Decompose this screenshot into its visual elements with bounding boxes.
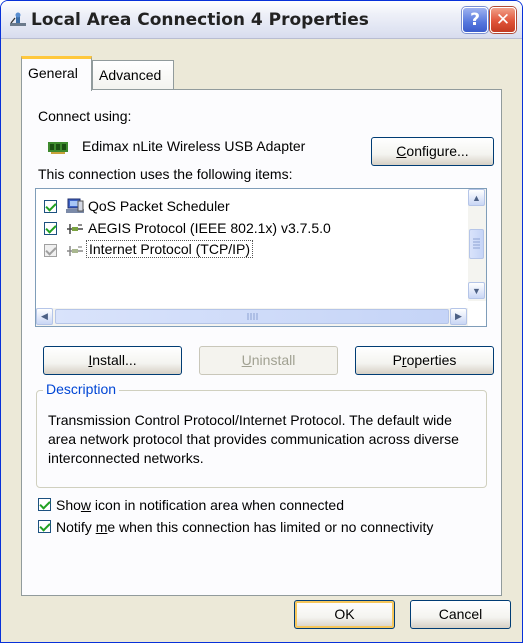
- chevron-up-icon: ▲: [472, 192, 481, 203]
- properties-dialog: Local Area Connection 4 Properties ? ✕ G…: [0, 0, 523, 643]
- chevron-left-icon: ◀: [41, 311, 48, 321]
- description-text: Transmission Control Protocol/Internet P…: [48, 412, 459, 466]
- connect-using-label: Connect using:: [38, 108, 132, 124]
- scroll-left-button[interactable]: ◀: [36, 308, 53, 325]
- notify-checkbox[interactable]: [38, 520, 51, 533]
- aegis-label: AEGIS Protocol (IEEE 802.1x) v3.7.5.0: [88, 220, 331, 236]
- grip-icon: [473, 238, 480, 249]
- show-icon-label-rest: icon in notification area when connected: [91, 497, 344, 513]
- install-button[interactable]: Install...: [43, 346, 182, 375]
- network-protocol-icon: [67, 224, 83, 234]
- notify-access-key: m: [95, 519, 108, 535]
- scroll-up-button[interactable]: ▲: [468, 189, 485, 206]
- notify-label-start: Notify: [56, 519, 96, 535]
- vertical-scroll-thumb[interactable]: [469, 229, 484, 259]
- show-icon-access-key: w: [80, 497, 92, 513]
- show-icon-label-start: Sho: [56, 497, 81, 513]
- network-connection-icon: [10, 12, 26, 26]
- configure-label-rest: onfigure...: [406, 143, 469, 159]
- show-icon-checkbox[interactable]: [38, 498, 51, 511]
- properties-label-rest: operties: [406, 352, 457, 368]
- show-icon-label: Show icon in notification area when conn…: [56, 497, 344, 513]
- configure-access-key: C: [396, 143, 407, 159]
- uninstall-access-key: U: [241, 352, 252, 368]
- install-label-rest: nstall...: [92, 352, 137, 368]
- properties-label-start: P: [392, 352, 402, 368]
- configure-button[interactable]: Configure...: [371, 137, 494, 166]
- chevron-down-icon: ▼: [472, 285, 481, 296]
- tcpip-checkbox[interactable]: [44, 244, 57, 257]
- adapter-name: Edimax nLite Wireless USB Adapter: [82, 138, 306, 154]
- chevron-right-icon: ▶: [455, 311, 462, 321]
- title-bar[interactable]: Local Area Connection 4 Properties ? ✕: [1, 1, 522, 39]
- network-protocol-icon: [67, 246, 83, 256]
- tab-advanced[interactable]: Advanced: [92, 60, 174, 90]
- horizontal-scroll-thumb[interactable]: [55, 309, 449, 324]
- notify-label-rest: e when this connection has limited or no…: [107, 519, 434, 535]
- notify-label: Notify me when this connection has limit…: [56, 519, 433, 535]
- general-tab-panel: Connect using: Edimax nLite Wireless USB…: [21, 89, 502, 596]
- cancel-button[interactable]: Cancel: [410, 600, 511, 629]
- tcpip-label: Internet Protocol (TCP/IP): [86, 240, 254, 258]
- qos-label: QoS Packet Scheduler: [88, 198, 230, 214]
- grip-icon: [247, 313, 258, 320]
- help-button[interactable]: ?: [462, 7, 488, 33]
- scheduler-icon: [66, 198, 84, 213]
- items-list-label: This connection uses the following items…: [38, 166, 293, 182]
- tab-general[interactable]: General: [21, 56, 92, 91]
- network-adapter-icon: [48, 142, 68, 154]
- close-button[interactable]: ✕: [490, 7, 516, 33]
- window-title: Local Area Connection 4 Properties: [31, 10, 369, 30]
- close-icon: ✕: [495, 10, 511, 30]
- help-icon: ?: [470, 10, 480, 30]
- scroll-down-button[interactable]: ▼: [468, 282, 485, 299]
- description-legend: Description: [43, 381, 120, 397]
- vertical-scrollbar[interactable]: ▲ ▼: [468, 189, 486, 301]
- uninstall-label-rest: ninstall: [251, 352, 296, 368]
- aegis-checkbox[interactable]: [44, 222, 57, 235]
- adapter-box: Edimax nLite Wireless USB Adapter: [38, 130, 362, 166]
- properties-button[interactable]: Properties: [355, 346, 494, 375]
- components-list[interactable]: QoS Packet Scheduler AEGIS Protocol (IEE…: [35, 188, 487, 327]
- scroll-right-button[interactable]: ▶: [450, 308, 467, 325]
- qos-checkbox[interactable]: [44, 200, 57, 213]
- uninstall-button[interactable]: Uninstall: [199, 346, 338, 375]
- horizontal-scrollbar[interactable]: ◀ ▶: [36, 308, 468, 326]
- description-group: Description Transmission Control Protoco…: [36, 381, 487, 488]
- ok-button[interactable]: OK: [294, 600, 395, 629]
